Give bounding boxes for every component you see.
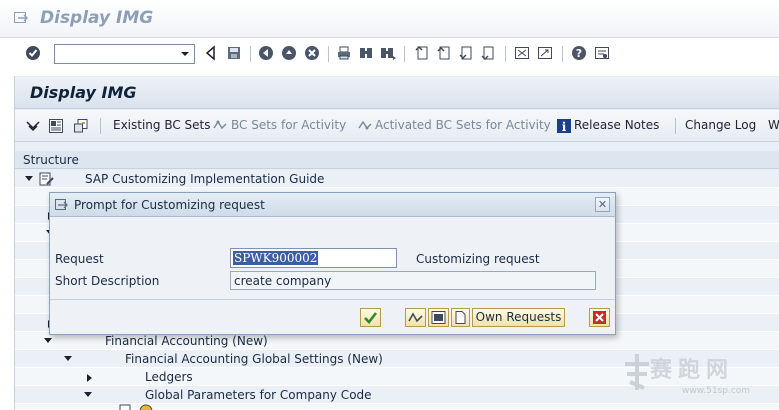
enter-icon[interactable] (25, 45, 41, 61)
document-edit-icon (39, 172, 54, 186)
request-value: SPWK900002 (233, 251, 319, 265)
document-icon (455, 311, 466, 324)
dialog-divider (50, 299, 615, 300)
clock-icon (139, 404, 153, 410)
save-icon[interactable] (226, 45, 242, 61)
chevron-down-icon[interactable] (178, 47, 192, 61)
request-label: Request (55, 252, 104, 266)
info-icon: i (557, 119, 571, 134)
command-input[interactable] (55, 45, 175, 63)
overflow-button[interactable]: W (768, 118, 779, 132)
tree-row-label: Financial Accounting (New) (105, 334, 268, 348)
shortcut-icon[interactable] (537, 45, 553, 61)
dialog-title: Prompt for Customizing request (74, 198, 265, 212)
tree-row-label: Global Parameters for Company Code (145, 388, 372, 402)
toolbar-separator (404, 46, 405, 62)
application-toolbar: Existing BC Sets BC Sets for Activity Ac… (15, 110, 779, 142)
document-icon (119, 404, 131, 410)
activated-bc-sets-button[interactable]: Activated BC Sets for Activity (375, 118, 551, 132)
expand-toggle-icon[interactable] (25, 176, 33, 181)
cancel-icon[interactable] (304, 45, 320, 61)
find-next-icon[interactable] (380, 45, 396, 61)
request-type-text: Customizing request (416, 252, 540, 266)
layout-icon[interactable] (594, 45, 610, 61)
continue-button[interactable] (360, 308, 381, 327)
structure-header: Structure (15, 151, 779, 169)
request-input[interactable]: SPWK900002 (230, 248, 397, 268)
new-session-icon[interactable] (514, 45, 530, 61)
exit-icon[interactable] (281, 45, 297, 61)
back-icon[interactable] (203, 45, 219, 61)
window-titlebar: Display IMG (0, 0, 779, 38)
expand-subtree-icon[interactable] (25, 118, 41, 134)
application-title-bar: Display IMG (15, 77, 779, 109)
window-title: Display IMG (40, 8, 154, 28)
tree-row-label: SAP Customizing Implementation Guide (85, 172, 325, 186)
own-requests-button[interactable]: Own Requests (472, 308, 565, 327)
existing-bc-sets-button[interactable]: Existing BC Sets (113, 118, 211, 132)
watermark-logo-icon (625, 354, 649, 390)
short-description-label: Short Description (55, 274, 160, 288)
watermark-text: 赛跑网 (650, 358, 735, 383)
tree-row-label: Ledgers (145, 370, 193, 384)
page-title: Display IMG (30, 83, 137, 102)
print-icon[interactable] (336, 45, 352, 61)
display-icon[interactable] (48, 118, 64, 134)
new-document-button[interactable] (451, 308, 470, 327)
window-icon (55, 199, 68, 210)
choose-request-button[interactable] (428, 308, 449, 327)
structure-header-label: Structure (23, 153, 79, 167)
expand-toggle-icon[interactable] (84, 392, 92, 397)
short-description-field[interactable]: create company (230, 271, 596, 290)
checkmark-icon (364, 312, 378, 324)
command-field[interactable] (54, 44, 195, 64)
first-page-icon[interactable] (414, 45, 430, 61)
collapse-toggle-icon[interactable] (87, 374, 92, 382)
cancel-icon (593, 311, 606, 324)
list-icon (431, 311, 446, 324)
window-icon (14, 12, 28, 23)
toolbar-separator (675, 118, 676, 134)
back-nav-icon[interactable] (258, 45, 274, 61)
cancel-button[interactable] (589, 308, 610, 327)
customizing-request-dialog: Prompt for Customizing request ✕ Request… (49, 192, 616, 335)
watermark: 赛跑网 www.51sp.com (622, 352, 777, 408)
where-used-icon[interactable] (73, 118, 89, 134)
create-request-button[interactable] (405, 308, 426, 327)
activated-bc-sets-icon (358, 120, 372, 130)
watermark-url: www.51sp.com (682, 386, 751, 396)
svg-text:i: i (562, 120, 567, 134)
expand-toggle-icon[interactable] (64, 356, 72, 361)
help-icon[interactable]: ? (571, 45, 587, 61)
dialog-titlebar: Prompt for Customizing request ✕ (50, 193, 615, 217)
previous-page-icon[interactable] (436, 45, 452, 61)
toolbar-separator (562, 46, 563, 62)
svg-text:?: ? (576, 47, 582, 60)
toolbar-separator (505, 46, 506, 62)
release-notes-button[interactable]: Release Notes (574, 118, 659, 132)
tree-row[interactable]: SAP Customizing Implementation Guide (15, 170, 779, 188)
bc-sets-for-activity-button[interactable]: BC Sets for Activity (231, 118, 346, 132)
expand-toggle-icon[interactable] (44, 338, 52, 343)
tree-row-label: Financial Accounting Global Settings (Ne… (125, 352, 383, 366)
toolbar-separator (250, 46, 251, 62)
close-button[interactable]: ✕ (595, 197, 610, 212)
next-page-icon[interactable] (458, 45, 474, 61)
toolbar-separator (100, 118, 101, 134)
bc-sets-icon (213, 120, 227, 130)
close-icon: ✕ (597, 198, 608, 211)
find-icon[interactable] (358, 45, 374, 61)
last-page-icon[interactable] (480, 45, 496, 61)
toolbar-separator (328, 46, 329, 62)
create-icon (408, 312, 423, 323)
change-log-button[interactable]: Change Log (685, 118, 756, 132)
